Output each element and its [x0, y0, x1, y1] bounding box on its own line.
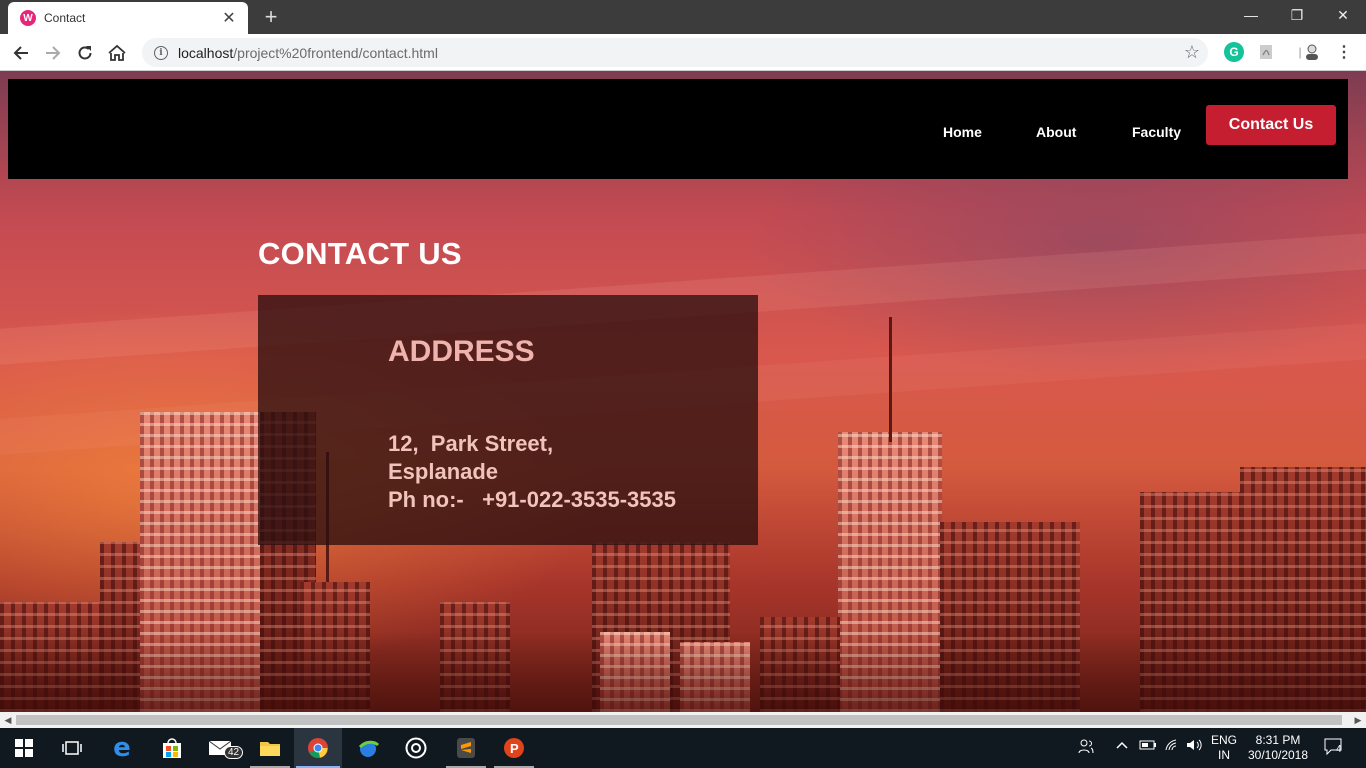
task-view-icon[interactable] — [48, 728, 96, 768]
windows-start-icon[interactable] — [0, 728, 48, 768]
edge-browser-icon[interactable]: e — [98, 728, 146, 768]
svg-text:P: P — [510, 741, 519, 756]
store-icon[interactable] — [148, 728, 196, 768]
address-locality: Esplanade — [388, 459, 499, 484]
bookmark-star-icon[interactable]: ☆ — [1184, 42, 1200, 63]
url-host: localhost — [178, 44, 234, 61]
home-icon[interactable] — [104, 40, 130, 66]
file-explorer-icon[interactable] — [246, 728, 294, 768]
browser-toolbar: i localhost /project%20frontend/contact.… — [0, 34, 1366, 71]
psiphon-icon[interactable]: P — [490, 728, 538, 768]
page-title: CONTACT US — [258, 236, 462, 271]
grammarly-extension-icon[interactable]: G — [1224, 42, 1244, 62]
window-close-button[interactable]: ✕ — [1320, 0, 1366, 30]
action-center-icon[interactable]: 4 — [1324, 738, 1346, 759]
clock-date: 30/10/2018 — [1247, 748, 1309, 762]
pdf-extension-icon[interactable] — [1256, 42, 1276, 62]
scroll-left-icon[interactable]: ◀ — [0, 712, 16, 728]
chrome-taskbar-icon[interactable] — [294, 728, 342, 768]
nav-contact-us-button[interactable]: Contact Us — [1206, 105, 1336, 145]
address-street: 12, Park Street, — [388, 431, 554, 456]
people-icon[interactable] — [1078, 738, 1094, 757]
ground-shade — [0, 632, 1366, 712]
forward-arrow-icon[interactable] — [40, 40, 66, 66]
address-card: ADDRESS 12, Park Street, Esplanade Ph no… — [258, 295, 758, 545]
nav-link-home[interactable]: Home — [943, 124, 982, 140]
nav-link-about[interactable]: About — [1036, 124, 1076, 140]
reload-icon[interactable] — [72, 40, 98, 66]
nav-link-faculty[interactable]: Faculty — [1132, 124, 1181, 140]
profile-avatar-icon[interactable] — [1302, 42, 1322, 62]
mail-icon[interactable]: 42 — [196, 728, 244, 768]
minimize-button[interactable]: — — [1228, 0, 1274, 30]
horizontal-scrollbar[interactable]: ◀ ▶ — [0, 712, 1366, 728]
mail-badge: 42 — [224, 746, 244, 759]
wifi-icon[interactable] — [1164, 738, 1180, 755]
new-tab-button[interactable]: + — [258, 4, 284, 30]
language-code: ENG — [1210, 733, 1237, 747]
tab-title: Contact — [44, 11, 86, 25]
back-arrow-icon[interactable] — [8, 40, 34, 66]
sublime-text-icon[interactable] — [442, 728, 490, 768]
tab-close-icon[interactable]: ✕ — [220, 8, 238, 28]
notification-count: 4 — [1336, 744, 1342, 755]
address-title: ADDRESS — [388, 335, 535, 368]
restore-button[interactable]: ❐ — [1274, 0, 1320, 30]
browser-tabstrip: W Contact ✕ + — ❐ ✕ — [0, 0, 1366, 34]
url-path: /project%20frontend/contact.html — [233, 44, 438, 61]
site-info-icon[interactable]: i — [154, 45, 168, 60]
browser-tab-contact[interactable]: W Contact ✕ — [8, 2, 248, 34]
tray-overflow-chevron-icon[interactable] — [1115, 738, 1129, 755]
address-phone: Ph no:- +91-022-3535-3535 — [388, 487, 676, 512]
region-code: IN — [1218, 748, 1230, 762]
site-navbar: Home About Faculty Contact Us — [8, 79, 1348, 179]
scroll-right-icon[interactable]: ▶ — [1350, 712, 1366, 728]
network-globe-icon[interactable] — [344, 728, 392, 768]
chrome-menu-icon[interactable]: ⋮ — [1334, 42, 1354, 62]
tab-favicon-icon: W — [20, 10, 36, 26]
volume-icon[interactable] — [1186, 738, 1204, 755]
language-indicator[interactable]: ENG IN — [1208, 733, 1240, 763]
scrollbar-thumb[interactable] — [16, 715, 1342, 725]
skyline-spire — [889, 317, 892, 442]
page-viewport: Home About Faculty Contact Us CONTACT US… — [0, 71, 1366, 712]
windows-taskbar: e 42 P ENG IN 8:31 PM 30/10/2018 4 — [0, 728, 1366, 768]
address-bar[interactable]: i localhost /project%20frontend/contact.… — [142, 38, 1208, 67]
clock[interactable]: 8:31 PM 30/10/2018 — [1244, 733, 1312, 763]
obs-recorder-icon[interactable] — [392, 728, 440, 768]
clock-time: 8:31 PM — [1255, 733, 1301, 747]
battery-icon[interactable] — [1139, 738, 1157, 755]
